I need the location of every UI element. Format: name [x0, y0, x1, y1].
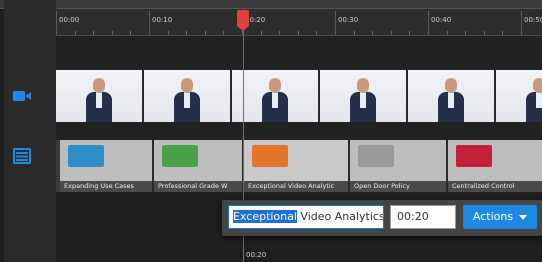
slide-clip[interactable]: Centralized Control: [448, 140, 542, 192]
ruler-minor-tick: [205, 31, 206, 35]
ruler-minor-tick: [391, 31, 392, 35]
ruler-label: 00:50: [524, 16, 542, 24]
video-track[interactable]: [56, 70, 542, 122]
video-frame-thumbnail: [144, 70, 232, 122]
slide-clip[interactable]: Professional Grade W: [154, 140, 244, 192]
presenter-figure: [172, 78, 202, 122]
title-text-rest: Video Analytics: [296, 210, 384, 223]
ruler-minor-tick: [484, 31, 485, 35]
track-header-column: [4, 0, 56, 262]
slide-label: Centralized Control: [448, 181, 542, 192]
presenter-figure: [84, 78, 114, 122]
slide-label: Professional Grade W: [154, 181, 242, 192]
slides-list-icon[interactable]: [12, 148, 32, 164]
slide-thumbnail: [162, 145, 198, 167]
selected-text: Exceptional: [233, 210, 297, 223]
ruler-major-tick: [335, 11, 336, 35]
top-bar: [0, 0, 542, 9]
slide-thumbnail: [358, 145, 394, 167]
presenter-figure: [436, 78, 466, 122]
ruler-minor-tick: [279, 31, 280, 35]
video-frame-thumbnail: [496, 70, 542, 122]
slide-edit-popover: Exceptional Video Analytics 00:20 Action…: [222, 200, 542, 236]
actions-label: Actions: [472, 210, 514, 223]
ruler-minor-tick: [75, 31, 76, 35]
presenter-figure: [524, 78, 542, 122]
slides-track: Expanding Use Cases Professional Grade W…: [56, 140, 542, 192]
ruler-label: 00:00: [59, 16, 80, 24]
ruler-minor-tick: [316, 31, 317, 35]
video-frame-thumbnail: [232, 70, 320, 122]
ruler-minor-tick: [261, 31, 262, 35]
slide-label: Expanding Use Cases: [60, 181, 152, 192]
slide-label: Open Door Policy: [350, 181, 446, 192]
slide-thumbnail: [456, 145, 492, 167]
ruler-minor-tick: [168, 31, 169, 35]
ruler-minor-tick: [447, 31, 448, 35]
ruler-label: 00:40: [431, 16, 452, 24]
playhead-pointer: [237, 26, 249, 31]
slide-label: Exceptional Video Analytic: [244, 181, 348, 192]
ruler-minor-tick: [112, 31, 113, 35]
ruler-minor-tick: [186, 31, 187, 35]
slide-clip-selected[interactable]: Exceptional Video Analytic: [244, 140, 350, 192]
ruler-label: 00:10: [152, 16, 173, 24]
slide-time-input[interactable]: 00:20: [390, 205, 456, 229]
slide-thumbnail: [252, 145, 288, 167]
chevron-down-icon: [519, 214, 528, 220]
track-separator: [56, 122, 542, 140]
timeline-editor: 00:00 00:10 00:20 00:30 00:40 00:50 Expa…: [0, 0, 542, 262]
video-frame-thumbnail: [408, 70, 496, 122]
ruler-major-tick: [521, 11, 522, 35]
slide-title-input[interactable]: Exceptional Video Analytics: [228, 205, 384, 229]
ruler-minor-tick: [223, 31, 224, 35]
presenter-figure: [348, 78, 378, 122]
ruler-major-tick: [428, 11, 429, 35]
slide-thumbnail: [68, 145, 104, 167]
ruler-minor-tick: [502, 31, 503, 35]
video-frame-thumbnail: [56, 70, 144, 122]
ruler-minor-tick: [298, 31, 299, 35]
ruler-minor-tick: [93, 31, 94, 35]
empty-track-row: [56, 36, 542, 70]
video-camera-icon[interactable]: [12, 88, 32, 104]
video-frame-thumbnail: [320, 70, 408, 122]
ruler-minor-tick: [354, 31, 355, 35]
actions-dropdown-button[interactable]: Actions: [463, 205, 537, 229]
ruler-minor-tick: [409, 31, 410, 35]
ruler-major-tick: [56, 11, 57, 35]
playhead-handle[interactable]: [237, 10, 249, 26]
ruler-minor-tick: [372, 31, 373, 35]
ruler-minor-tick: [130, 31, 131, 35]
time-ruler[interactable]: 00:00 00:10 00:20 00:30 00:40 00:50: [56, 9, 542, 36]
playhead-time-readout: 00:20: [246, 251, 267, 259]
slide-clip[interactable]: Expanding Use Cases: [60, 140, 154, 192]
ruler-label: 00:30: [338, 16, 359, 24]
ruler-minor-tick: [465, 31, 466, 35]
ruler-major-tick: [149, 11, 150, 35]
slide-clip[interactable]: Open Door Policy: [350, 140, 448, 192]
presenter-figure: [260, 78, 290, 122]
